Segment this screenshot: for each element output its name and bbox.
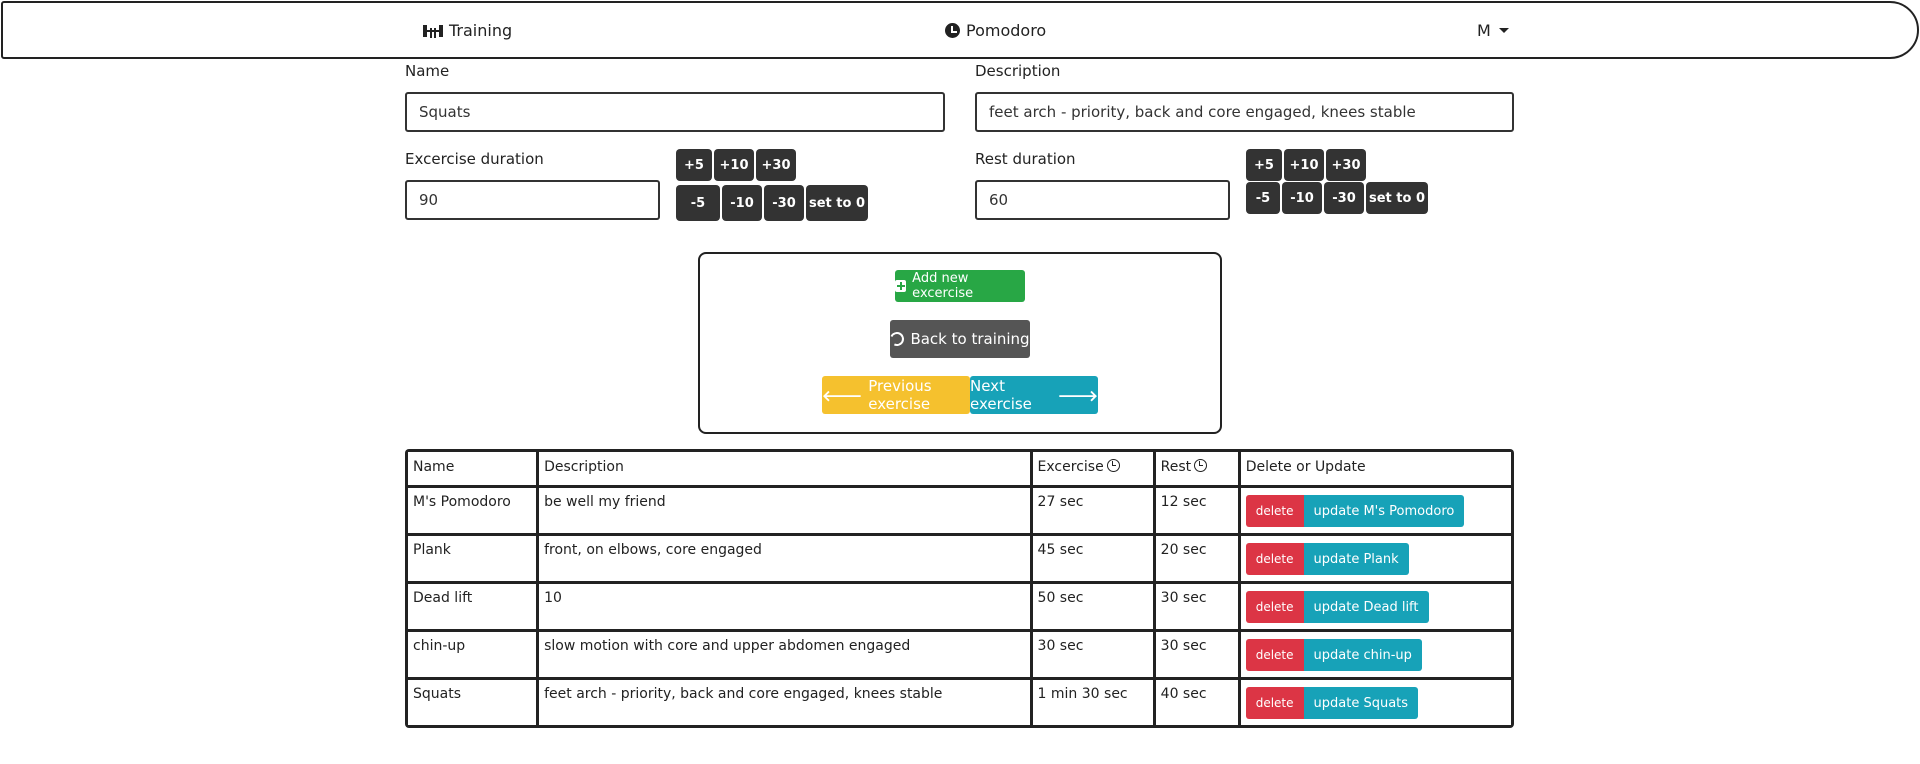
exercise-minus-30-button[interactable]: -30 <box>764 185 804 221</box>
dumbbell-icon <box>423 24 443 38</box>
cell-exercise: 30 sec <box>1032 632 1153 677</box>
top-navbar: Training Pomodoro M <box>1 1 1919 59</box>
user-menu-dropdown[interactable]: M <box>1477 21 1509 40</box>
cell-name: Squats <box>408 680 537 725</box>
description-input[interactable]: feet arch - priority, back and core enga… <box>975 92 1514 132</box>
table-row: Dead lift 10 50 sec 30 sec delete update… <box>408 584 1511 629</box>
name-input[interactable]: Squats <box>405 92 945 132</box>
undo-icon <box>888 330 907 348</box>
exercise-duration-input[interactable]: 90 <box>405 180 660 220</box>
add-exercise-button[interactable]: Add new excercise <box>895 270 1025 302</box>
nav-pomodoro-label: Pomodoro <box>966 21 1047 40</box>
cell-rest: 30 sec <box>1155 584 1238 629</box>
rest-minus-30-button[interactable]: -30 <box>1324 182 1364 214</box>
delete-button[interactable]: delete <box>1245 495 1304 527</box>
cell-description: front, on elbows, core engaged <box>539 536 1030 581</box>
cell-name: chin-up <box>408 632 537 677</box>
header-rest-label: Rest <box>1160 459 1192 475</box>
cell-description: be well my friend <box>539 488 1030 533</box>
cell-exercise: 45 sec <box>1032 536 1153 581</box>
header-name: Name <box>408 452 537 485</box>
header-actions: Delete or Update <box>1240 452 1511 485</box>
rest-plus-30-button[interactable]: +30 <box>1326 149 1366 181</box>
cell-name: Dead lift <box>408 584 537 629</box>
next-exercise-button[interactable]: Next exercise 🡒 <box>970 376 1098 414</box>
header-description: Description <box>539 452 1030 485</box>
table-row: Plank front, on elbows, core engaged 45 … <box>408 536 1511 581</box>
nav-pomodoro-link[interactable]: Pomodoro <box>945 21 1046 40</box>
table-row: Squats feet arch - priority, back and co… <box>408 680 1511 725</box>
back-to-training-label: Back to training <box>910 330 1030 348</box>
update-button[interactable]: update M's Pomodoro <box>1303 495 1465 527</box>
update-button[interactable]: update Plank <box>1303 543 1409 575</box>
clock-icon <box>945 23 960 38</box>
cell-actions: delete update M's Pomodoro <box>1240 488 1511 533</box>
user-menu-label: M <box>1477 21 1491 40</box>
header-exercise: Excercise <box>1032 452 1153 485</box>
cell-rest: 12 sec <box>1155 488 1238 533</box>
cell-actions: delete update Dead lift <box>1240 584 1511 629</box>
delete-button[interactable]: delete <box>1245 687 1304 719</box>
header-exercise-label: Excercise <box>1037 459 1104 475</box>
table-row: chin-up slow motion with core and upper … <box>408 632 1511 677</box>
arrow-right-icon: 🡒 <box>1057 386 1098 405</box>
name-label: Name <box>405 62 450 80</box>
clock-outline-icon <box>1194 459 1208 472</box>
table-header-row: Name Description Excercise Rest Delete o… <box>408 452 1511 485</box>
table-row: M's Pomodoro be well my friend 27 sec 12… <box>408 488 1511 533</box>
next-exercise-label: Next exercise <box>970 377 1032 413</box>
exercise-plus-5-button[interactable]: +5 <box>676 149 712 181</box>
plus-square-icon <box>895 280 907 292</box>
arrow-left-icon: 🡐 <box>822 386 863 405</box>
caret-down-icon <box>1498 28 1509 33</box>
nav-training-link[interactable]: Training <box>423 21 512 40</box>
cell-rest: 30 sec <box>1155 632 1238 677</box>
cell-description: feet arch - priority, back and core enga… <box>539 680 1030 725</box>
cell-rest: 40 sec <box>1155 680 1238 725</box>
exercise-reset-button[interactable]: set to 0 <box>806 185 868 221</box>
rest-plus-10-button[interactable]: +10 <box>1284 149 1324 181</box>
exercise-minus-10-button[interactable]: -10 <box>722 185 762 221</box>
cell-description: 10 <box>539 584 1030 629</box>
exercise-table: Name Description Excercise Rest Delete o… <box>405 449 1514 728</box>
previous-exercise-label: Previous exercise <box>868 377 932 413</box>
delete-button[interactable]: delete <box>1245 591 1304 623</box>
cell-name: Plank <box>408 536 537 581</box>
exercise-duration-label: Excercise duration <box>405 150 544 168</box>
exercise-plus-10-button[interactable]: +10 <box>714 149 754 181</box>
header-rest: Rest <box>1155 452 1238 485</box>
rest-duration-input[interactable]: 60 <box>975 180 1230 220</box>
cell-actions: delete update chin-up <box>1240 632 1511 677</box>
update-button[interactable]: update Squats <box>1303 687 1419 719</box>
delete-button[interactable]: delete <box>1245 543 1304 575</box>
rest-minus-10-button[interactable]: -10 <box>1282 182 1322 214</box>
rest-minus-5-button[interactable]: -5 <box>1246 182 1280 214</box>
cell-rest: 20 sec <box>1155 536 1238 581</box>
cell-name: M's Pomodoro <box>408 488 537 533</box>
exercise-plus-30-button[interactable]: +30 <box>756 149 796 181</box>
cell-exercise: 50 sec <box>1032 584 1153 629</box>
cell-exercise: 1 min 30 sec <box>1032 680 1153 725</box>
update-button[interactable]: update chin-up <box>1303 639 1422 671</box>
description-label: Description <box>975 62 1061 80</box>
rest-reset-button[interactable]: set to 0 <box>1366 182 1428 214</box>
cell-actions: delete update Plank <box>1240 536 1511 581</box>
exercise-minus-5-button[interactable]: -5 <box>676 185 720 221</box>
cell-description: slow motion with core and upper abdomen … <box>539 632 1030 677</box>
rest-plus-5-button[interactable]: +5 <box>1246 149 1282 181</box>
cell-exercise: 27 sec <box>1032 488 1153 533</box>
clock-outline-icon <box>1106 459 1120 472</box>
back-to-training-button[interactable]: Back to training <box>888 320 1030 358</box>
cell-actions: delete update Squats <box>1240 680 1511 725</box>
delete-button[interactable]: delete <box>1245 639 1304 671</box>
update-button[interactable]: update Dead lift <box>1303 591 1429 623</box>
nav-training-label: Training <box>449 21 513 40</box>
add-exercise-label: Add new excercise <box>912 271 974 301</box>
rest-duration-label: Rest duration <box>975 150 1076 168</box>
previous-exercise-button[interactable]: 🡐 Previous exercise <box>822 376 970 414</box>
